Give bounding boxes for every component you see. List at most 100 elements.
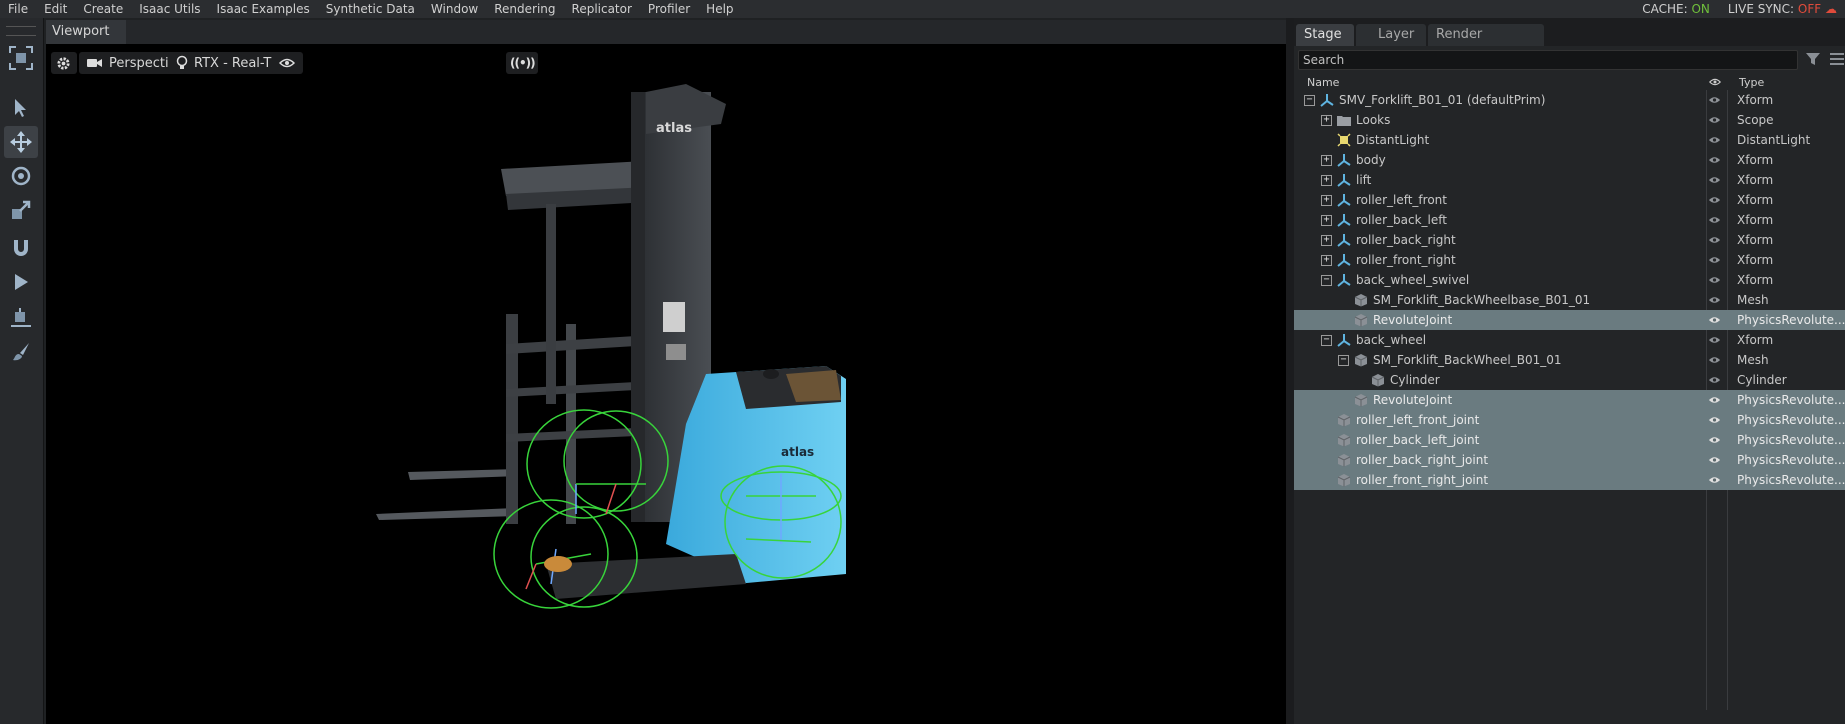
collapse-icon[interactable]: − [1321,334,1332,346]
visibility-eye-icon[interactable] [1708,130,1722,150]
tree-row[interactable]: SM_Forklift_BackWheelbase_B01_01 Mesh [1294,290,1845,310]
menu-isaac-utils[interactable]: Isaac Utils [131,0,208,18]
tree-row[interactable]: + roller_left_front Xform [1294,190,1845,210]
tab-layer[interactable]: Layer [1356,24,1426,46]
menu-synthetic-data[interactable]: Synthetic Data [318,0,423,18]
viewport[interactable]: Perspective RTX - Real-Time ((•)) atlas [46,44,1286,724]
expand-icon[interactable]: + [1321,154,1332,166]
tree-row[interactable]: RevoluteJoint PhysicsRevolute... [1294,390,1845,410]
visibility-eye-icon[interactable] [1708,290,1722,310]
expand-icon[interactable]: + [1321,174,1332,186]
expand-icon[interactable]: + [1321,114,1332,126]
menu-window[interactable]: Window [423,0,486,18]
tree-row[interactable]: + roller_back_left Xform [1294,210,1845,230]
tree-row[interactable]: + Looks Scope [1294,110,1845,130]
menu-isaac-examples[interactable]: Isaac Examples [209,0,318,18]
tree-row[interactable]: + roller_back_right Xform [1294,230,1845,250]
visibility-eye-icon[interactable] [1708,430,1722,450]
visibility-eye-icon[interactable] [1708,190,1722,210]
visibility-eye-icon[interactable] [1708,330,1722,350]
tree-row-name-cell: DistantLight [1321,130,1429,150]
expand-icon[interactable]: + [1321,194,1332,206]
tree-row[interactable]: roller_back_right_joint PhysicsRevolute..… [1294,450,1845,470]
search-input[interactable]: Search [1298,50,1798,70]
prim-name: roller_back_right [1356,233,1456,247]
paint-tool[interactable] [4,336,38,368]
tree-row[interactable]: DistantLight DistantLight [1294,130,1845,150]
prim-type: Xform [1737,93,1774,107]
tree-row-name-cell: Cylinder [1355,370,1440,390]
visibility-eye-icon[interactable] [1708,150,1722,170]
tree-row[interactable]: + lift Xform [1294,170,1845,190]
expand-icon[interactable]: + [1321,234,1332,246]
visibility-eye-icon[interactable] [1708,350,1722,370]
collapse-icon[interactable]: − [1304,94,1315,106]
tree-row[interactable]: Cylinder Cylinder [1294,370,1845,390]
tree-row[interactable]: − SMV_Forklift_B01_01 (defaultPrim) Xform [1294,90,1845,110]
menu-file[interactable]: File [0,0,36,18]
tab-viewport[interactable]: Viewport [46,20,126,44]
tree-row[interactable]: + body Xform [1294,150,1845,170]
snap-tool[interactable] [4,232,38,264]
tree-row[interactable]: − back_wheel_swivel Xform [1294,270,1845,290]
visibility-eye-icon[interactable] [1708,110,1722,130]
filter-icon[interactable] [1806,52,1820,68]
prim-type: Mesh [1737,353,1769,367]
tree-row[interactable]: − back_wheel Xform [1294,330,1845,350]
visibility-eye-icon[interactable] [1708,170,1722,190]
cache-status[interactable]: CACHE: ON [1642,0,1710,18]
visibility-eye-icon[interactable] [1708,410,1722,430]
menu-help[interactable]: Help [698,0,741,18]
play-tool[interactable] [4,266,38,298]
move-tool[interactable] [4,126,38,158]
physics-tool[interactable] [4,302,38,334]
forklift-model[interactable]: atlas atlas [46,44,1286,724]
tree-row[interactable]: roller_back_left_joint PhysicsRevolute... [1294,430,1845,450]
visibility-eye-icon[interactable] [1708,390,1722,410]
prim-type: PhysicsRevolute... [1737,393,1845,407]
collapse-icon[interactable]: − [1321,274,1332,286]
frame-selection-tool[interactable] [4,42,38,74]
xform-icon [1336,332,1352,348]
visibility-eye-icon[interactable] [1708,90,1722,110]
tree-row[interactable]: roller_left_front_joint PhysicsRevolute..… [1294,410,1845,430]
visibility-eye-icon[interactable] [1708,470,1722,490]
scale-tool[interactable] [4,194,38,226]
live-sync-status[interactable]: LIVE SYNC: OFF ☁ [1728,0,1837,18]
visibility-eye-icon[interactable] [1708,310,1722,330]
visibility-eye-icon[interactable] [1708,270,1722,290]
select-tool[interactable] [4,92,38,124]
cache-label: CACHE: [1642,2,1688,16]
tree-row[interactable]: + roller_front_right Xform [1294,250,1845,270]
options-menu-icon[interactable] [1830,52,1844,68]
tree-row[interactable]: − SM_Forklift_BackWheel_B01_01 Mesh [1294,350,1845,370]
visibility-eye-icon[interactable] [1708,250,1722,270]
prim-name: Looks [1356,113,1391,127]
menu-edit[interactable]: Edit [36,0,75,18]
tab-render-settings[interactable]: Render Settings [1428,24,1544,64]
column-name[interactable]: Name [1307,76,1339,89]
column-visibility-eye-icon[interactable] [1708,76,1722,89]
menu-create[interactable]: Create [75,0,131,18]
menu-replicator[interactable]: Replicator [564,0,640,18]
expand-icon[interactable]: + [1321,254,1332,266]
menu-profiler[interactable]: Profiler [640,0,698,18]
collapse-icon[interactable]: − [1338,354,1349,366]
visibility-eye-icon[interactable] [1708,230,1722,250]
expand-icon[interactable]: + [1321,214,1332,226]
tree-row[interactable]: RevoluteJoint PhysicsRevolute... [1294,310,1845,330]
panel-splitter[interactable] [1286,18,1294,724]
menu-rendering[interactable]: Rendering [486,0,563,18]
visibility-eye-icon[interactable] [1708,370,1722,390]
visibility-eye-icon[interactable] [1708,210,1722,230]
prim-type: Xform [1737,333,1774,347]
column-type[interactable]: Type [1739,76,1764,89]
prim-name: SM_Forklift_BackWheelbase_B01_01 [1373,293,1591,307]
prim-name: roller_back_right_joint [1356,453,1489,467]
tab-stage[interactable]: Stage [1296,24,1354,46]
prim-name: roller_left_front [1356,193,1447,207]
visibility-eye-icon[interactable] [1708,450,1722,470]
tree-row[interactable]: roller_front_right_joint PhysicsRevolute.… [1294,470,1845,490]
mesh-icon [1353,292,1369,308]
rotate-tool[interactable] [4,160,38,192]
